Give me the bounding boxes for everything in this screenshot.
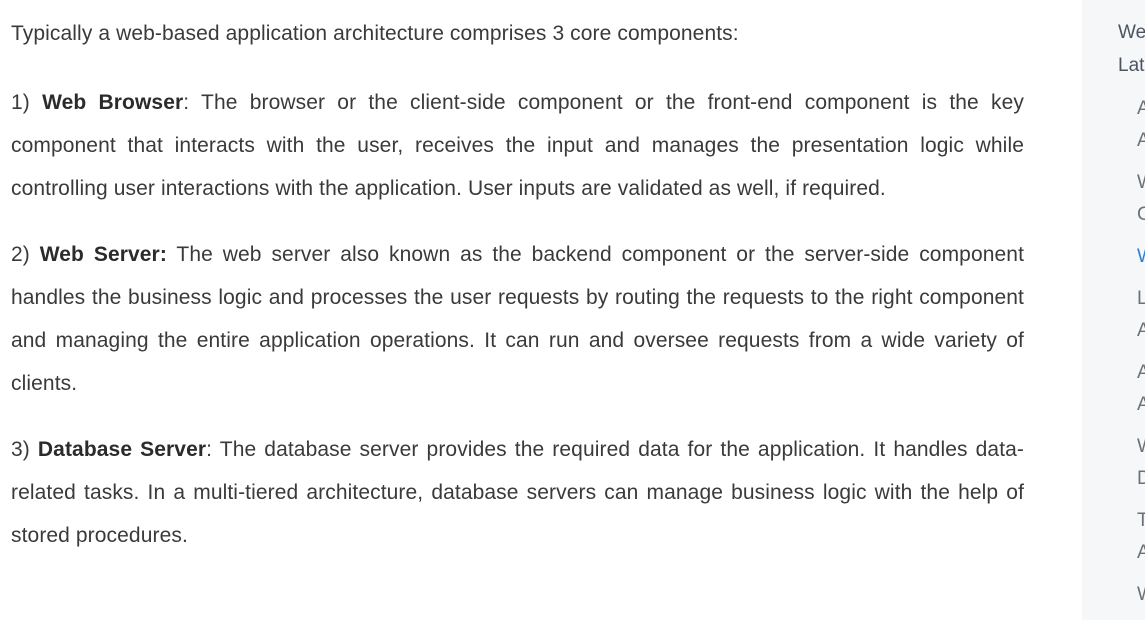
sidebar-link[interactable]: T xyxy=(1137,510,1145,532)
item-term: Database Server xyxy=(37,438,207,461)
sidebar-link[interactable]: A xyxy=(1137,362,1145,384)
sidebar-link[interactable]: W xyxy=(1137,172,1145,194)
sidebar-link[interactable]: A xyxy=(1137,320,1145,342)
sidebar-link[interactable]: A xyxy=(1137,394,1145,416)
sidebar-link[interactable]: W xyxy=(1137,584,1145,606)
component-item-database-server: 3) Database Server: The database server … xyxy=(11,428,1024,557)
intro-paragraph: Typically a web-based application archit… xyxy=(11,22,739,45)
sidebar-link-active[interactable]: W xyxy=(1137,246,1145,268)
component-item-web-browser: 1) Web Browser: The browser or the clien… xyxy=(11,81,1024,210)
article-body: Typically a web-based application archit… xyxy=(11,12,1024,580)
sidebar-link[interactable]: W xyxy=(1137,436,1145,458)
sidebar-link[interactable]: L xyxy=(1137,288,1145,310)
sidebar-link[interactable]: C xyxy=(1137,204,1145,226)
sidebar: We Lat A A W C W L A A A W D T A W xyxy=(1082,0,1145,620)
sidebar-link[interactable]: A xyxy=(1137,130,1145,152)
sidebar-link[interactable]: A xyxy=(1137,98,1145,120)
item-term: Web Browser xyxy=(42,91,184,114)
item-number: 2) xyxy=(11,243,40,266)
sidebar-link[interactable]: A xyxy=(1137,542,1145,564)
sidebar-link[interactable]: D xyxy=(1137,468,1145,490)
sidebar-heading: We xyxy=(1118,22,1145,43)
item-number: 3) xyxy=(11,438,38,461)
sidebar-heading: Lat xyxy=(1118,55,1145,76)
item-number: 1) xyxy=(11,91,43,114)
item-term: Web Server: xyxy=(39,243,167,266)
component-item-web-server: 2) Web Server: The web server also known… xyxy=(11,233,1024,405)
